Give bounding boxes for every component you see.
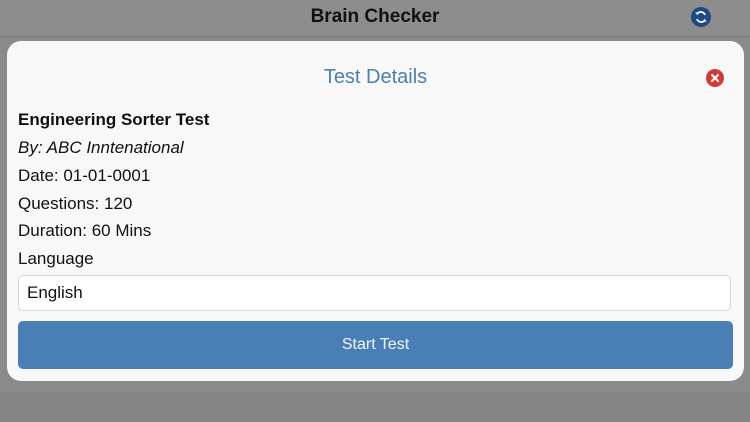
- test-date: Date: 01-01-0001: [18, 166, 151, 185]
- test-questions: Questions: 120: [18, 194, 133, 213]
- refresh-icon-glyph: [695, 11, 707, 23]
- modal-title: Test Details: [323, 66, 428, 88]
- language-select-value: English: [27, 283, 83, 302]
- language-label: Language: [18, 249, 94, 268]
- close-icon[interactable]: [706, 69, 724, 87]
- start-test-button[interactable]: Start Test: [18, 321, 733, 369]
- app-title: Brain Checker: [310, 6, 440, 27]
- test-name: Engineering Sorter Test: [18, 110, 210, 129]
- navigation-bar: Brain Checker: [0, 0, 750, 37]
- test-author: By: ABC Inntenational: [18, 138, 184, 157]
- language-select[interactable]: English: [18, 275, 731, 311]
- app-screen: Brain Checker Test Details Engineering S…: [0, 0, 750, 422]
- close-icon-glyph: [711, 74, 719, 82]
- background-strip: [0, 392, 750, 422]
- refresh-icon[interactable]: [691, 7, 711, 27]
- test-details-modal: Test Details Engineering Sorter Test By:…: [7, 41, 744, 381]
- test-duration: Duration: 60 Mins: [18, 221, 152, 240]
